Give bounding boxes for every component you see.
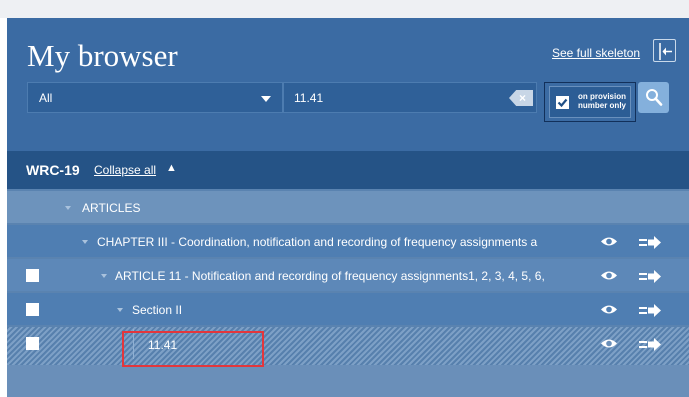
browser-panel: My browser See full skeleton All 11.41 × xyxy=(7,18,689,397)
provision-highlight-box xyxy=(122,331,264,367)
arrow-right-icon[interactable] xyxy=(639,304,662,317)
magnifier-icon xyxy=(646,89,663,106)
chevron-down-icon xyxy=(261,96,271,102)
top-strip xyxy=(0,0,689,18)
tree-root-header: WRC-19 Collapse all ▲ xyxy=(7,151,689,189)
row-checkbox[interactable] xyxy=(26,337,39,350)
collapse-panel-icon xyxy=(659,43,672,60)
collapse-all-link[interactable]: Collapse all xyxy=(94,163,156,177)
search-input-value: 11.41 xyxy=(294,91,324,105)
tree-row-articles[interactable]: ARTICLES xyxy=(7,189,689,225)
expand-triangle-icon[interactable] xyxy=(82,240,88,244)
scope-select[interactable]: All xyxy=(27,82,283,113)
search-input[interactable]: 11.41 × xyxy=(283,82,537,113)
arrow-right-icon[interactable] xyxy=(639,270,662,283)
clear-search-button[interactable]: × xyxy=(509,90,533,106)
collapse-panel-button[interactable] xyxy=(653,39,676,62)
page-title: My browser xyxy=(27,38,178,73)
close-icon: × xyxy=(519,91,527,105)
tree-row-section-ii[interactable]: Section II xyxy=(7,291,689,327)
arrow-right-icon[interactable] xyxy=(639,338,662,351)
provision-only-label: on provision number only xyxy=(577,92,626,110)
eye-icon[interactable] xyxy=(600,235,618,248)
see-full-skeleton-link[interactable]: See full skeleton xyxy=(552,46,640,60)
checkmark-icon xyxy=(557,98,568,108)
eye-icon[interactable] xyxy=(600,303,618,316)
tree-row-label[interactable]: ARTICLES xyxy=(82,201,140,215)
expand-triangle-icon[interactable] xyxy=(117,308,123,312)
tree-row-label[interactable]: 11.41 xyxy=(148,338,177,352)
row-checkbox[interactable] xyxy=(26,269,39,282)
provision-filter-highlight: on provision number only xyxy=(544,82,636,122)
double-chevron-up-icon: ▲ xyxy=(166,162,177,174)
tree-row-label[interactable]: CHAPTER III - Coordination, notification… xyxy=(97,235,537,249)
browser-header: My browser See full skeleton All 11.41 × xyxy=(7,18,689,151)
tree-guide-line xyxy=(133,329,134,359)
tree-root-label: WRC-19 xyxy=(26,162,80,178)
eye-icon[interactable] xyxy=(600,269,618,282)
tree-row-chapter[interactable]: CHAPTER III - Coordination, notification… xyxy=(7,223,689,259)
provision-only-toggle[interactable]: on provision number only xyxy=(549,86,631,118)
tree-row-provision-11-41[interactable]: 11.41 xyxy=(7,325,689,367)
search-button[interactable] xyxy=(638,82,669,113)
arrow-right-icon[interactable] xyxy=(639,236,662,249)
row-checkbox[interactable] xyxy=(26,303,39,316)
scope-select-value: All xyxy=(39,91,53,105)
tree-row-article-11[interactable]: ARTICLE 11 - Notification and recording … xyxy=(7,257,689,293)
tree-row-label[interactable]: ARTICLE 11 - Notification and recording … xyxy=(115,269,545,283)
expand-triangle-icon[interactable] xyxy=(101,274,107,278)
tree-row-label[interactable]: Section II xyxy=(132,303,182,317)
provision-only-checkbox[interactable] xyxy=(556,96,569,109)
expand-triangle-icon[interactable] xyxy=(65,206,71,210)
eye-icon[interactable] xyxy=(600,337,618,350)
